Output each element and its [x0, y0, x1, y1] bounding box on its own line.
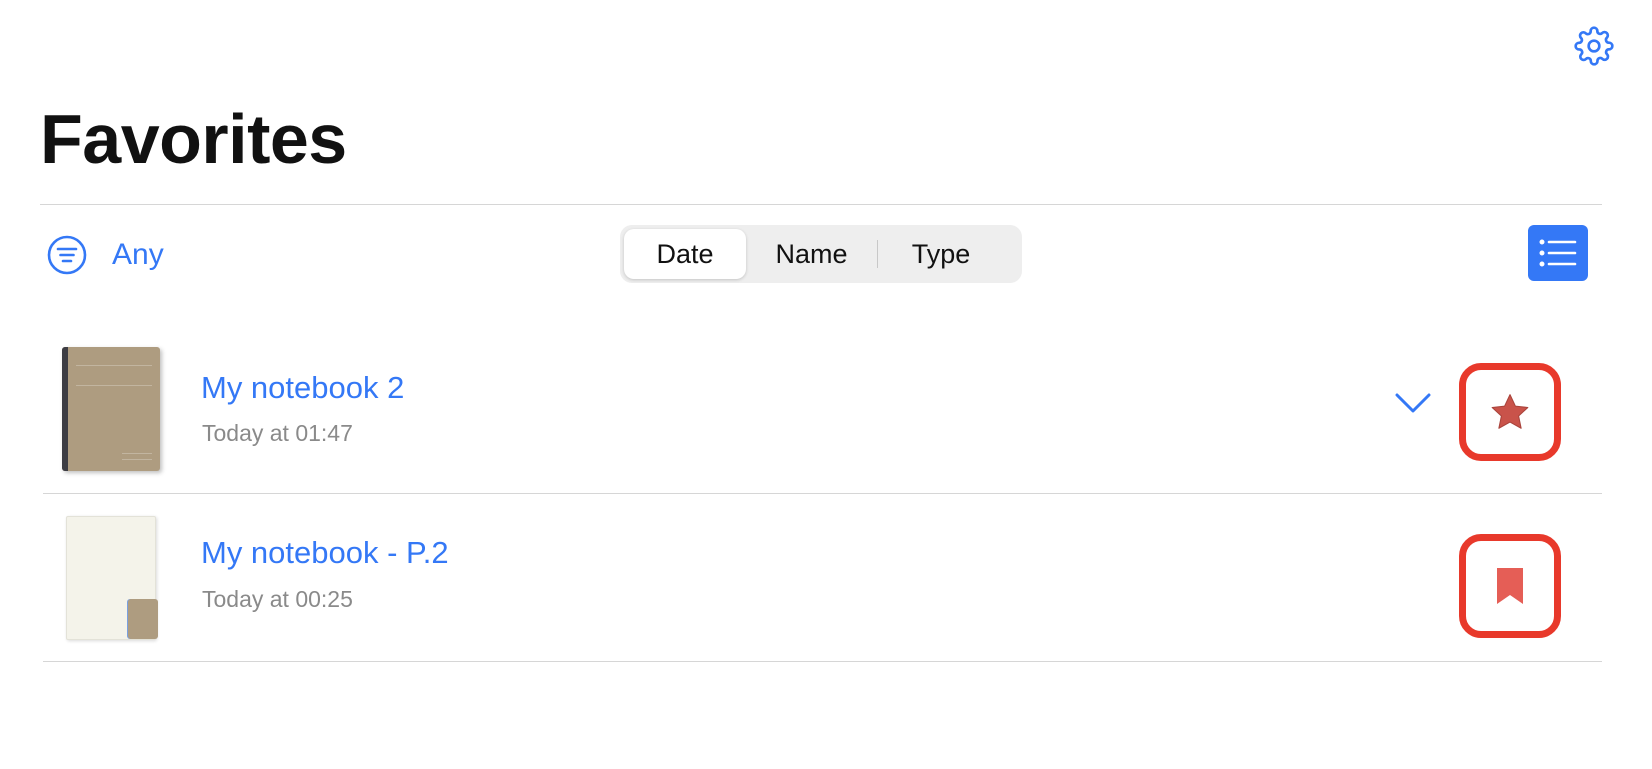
bookmark-icon	[1497, 568, 1523, 604]
sort-segmented-control: Date Name Type	[620, 225, 1022, 283]
page-title: Favorites	[40, 100, 347, 178]
cover-line	[76, 385, 152, 386]
cover-line	[122, 453, 152, 454]
settings-button[interactable]	[1574, 26, 1614, 66]
sort-option-type[interactable]: Type	[878, 229, 1004, 279]
item-title[interactable]: My notebook 2	[201, 370, 404, 406]
favorites-page: Favorites Any Date Name Type My notebook…	[0, 0, 1652, 769]
list-view-icon	[1539, 239, 1577, 267]
favorite-button[interactable]	[1459, 363, 1561, 461]
item-timestamp: Today at 01:47	[202, 420, 353, 446]
list-view-toggle-button[interactable]	[1528, 225, 1588, 281]
item-timestamp: Today at 00:25	[202, 586, 353, 612]
sort-option-date[interactable]: Date	[624, 229, 746, 279]
gear-icon	[1574, 26, 1614, 66]
cover-line	[76, 365, 152, 366]
bookmark-button[interactable]	[1459, 534, 1561, 638]
page-thumbnail[interactable]	[66, 516, 158, 640]
list-item[interactable]: My notebook 2 Today at 01:47	[43, 326, 1602, 494]
sort-option-name[interactable]: Name	[746, 229, 877, 279]
header-divider	[40, 204, 1602, 205]
chevron-down-icon	[1395, 393, 1431, 413]
item-title[interactable]: My notebook - P.2	[201, 535, 449, 571]
page-notebook-tab	[128, 599, 158, 639]
star-icon	[1491, 394, 1529, 429]
filter-lines-icon	[47, 235, 87, 275]
notebook-spine	[62, 347, 68, 471]
cover-line	[122, 459, 152, 460]
filter-label: Any	[112, 238, 164, 271]
filter-button[interactable]: Any	[46, 233, 164, 277]
notebook-cover-thumbnail[interactable]	[62, 347, 160, 471]
expand-button[interactable]	[1393, 388, 1433, 418]
list-item[interactable]: My notebook - P.2 Today at 00:25	[43, 494, 1602, 662]
